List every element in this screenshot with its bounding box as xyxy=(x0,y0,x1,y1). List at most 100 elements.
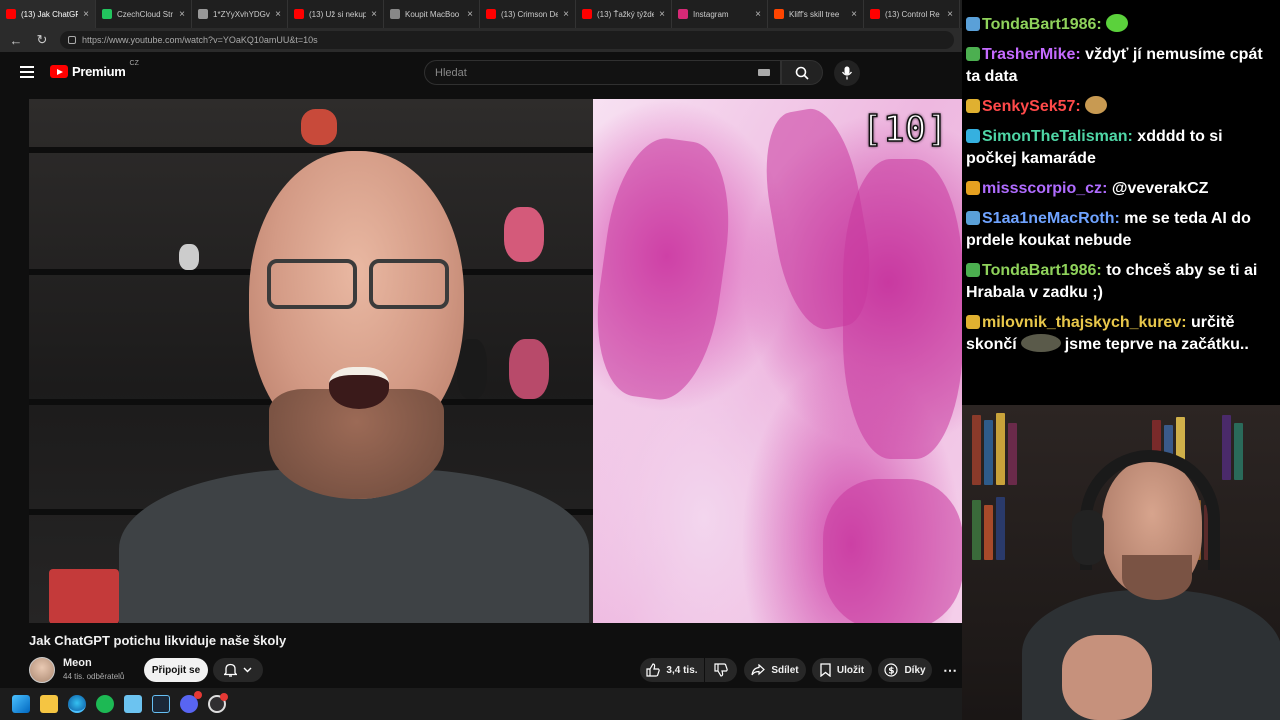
close-tab-icon[interactable]: × xyxy=(467,9,473,20)
thanks-button[interactable]: $ Díky xyxy=(878,658,932,682)
channel-name[interactable]: Meon xyxy=(63,657,92,669)
site-info-icon[interactable] xyxy=(68,36,76,44)
notepad-icon[interactable] xyxy=(124,695,142,713)
chat-badge-icon xyxy=(966,263,980,277)
browser-tab[interactable]: (13) Už si nekup × xyxy=(288,0,384,28)
chat-message: SimonTheTalisman: xdddd to si počkej kam… xyxy=(966,126,1276,170)
like-button[interactable]: 3,4 tis. xyxy=(640,658,704,682)
browser-tab[interactable]: (13) Jak ChatGP × xyxy=(0,0,96,28)
browser-address-bar: ← ↻ https://www.youtube.com/watch?v=YOaK… xyxy=(0,28,962,52)
obs-icon[interactable] xyxy=(208,693,228,713)
close-tab-icon[interactable]: × xyxy=(83,9,89,20)
chat-username[interactable]: SimonTheTalisman xyxy=(982,128,1128,145)
spotify-icon[interactable] xyxy=(96,695,114,713)
logo-text: Premium xyxy=(72,64,126,79)
chat-message: SenkySek57: xyxy=(966,96,1276,118)
youtube-icon xyxy=(870,9,880,19)
chat-text: jsme teprve na začátku.. xyxy=(1064,336,1249,353)
thumbs-down-icon xyxy=(714,663,728,677)
browser-tab[interactable]: Kliff's skill tree × xyxy=(768,0,864,28)
chat-badge-icon xyxy=(966,181,980,195)
globe-icon xyxy=(198,9,208,19)
search-button[interactable] xyxy=(781,60,823,85)
windows-taskbar xyxy=(0,688,962,720)
close-tab-icon[interactable]: × xyxy=(851,9,857,20)
tab-label: Koupit MacBoo xyxy=(405,9,460,19)
close-tab-icon[interactable]: × xyxy=(179,9,185,20)
chat-username[interactable]: TondaBart1986 xyxy=(982,262,1096,279)
video-presenter-frame xyxy=(29,99,593,623)
subscriber-count: 44 tis. odběratelů xyxy=(63,672,125,681)
chat-username[interactable]: SenkySek57 xyxy=(982,98,1075,115)
back-arrow-icon[interactable]: ← xyxy=(8,33,24,48)
browser-tab[interactable]: (13) Control Re × xyxy=(864,0,960,28)
svg-text:$: $ xyxy=(889,667,895,677)
microphone-icon xyxy=(841,66,853,80)
youtube-premium-logo[interactable]: Premium CZ xyxy=(50,60,139,79)
url-field[interactable]: https://www.youtube.com/watch?v=YOaKQ10a… xyxy=(60,31,954,49)
tab-label: Instagram xyxy=(693,9,729,19)
chat-badge-icon xyxy=(966,211,980,225)
live-chat-panel: TondaBart1986: TrasherMike: vždyť jí nem… xyxy=(962,0,1280,405)
tab-label: Kliff's skill tree xyxy=(789,9,840,19)
chat-separator: : xyxy=(1096,262,1107,279)
chat-username[interactable]: TrasherMike xyxy=(982,46,1075,63)
share-button[interactable]: Sdílet xyxy=(744,658,806,682)
browser-tab[interactable]: 1*ZYyXvhYDGv × xyxy=(192,0,288,28)
close-tab-icon[interactable]: × xyxy=(371,9,377,20)
chat-message: milovnik_thajskych_kurev: určitě skončí j… xyxy=(966,312,1276,356)
close-tab-icon[interactable]: × xyxy=(563,9,569,20)
chat-username[interactable]: missscorpio_cz xyxy=(982,180,1102,197)
video-player[interactable]: [10] xyxy=(29,99,962,623)
save-button[interactable]: Uložit xyxy=(812,658,872,682)
search-placeholder: Hledat xyxy=(435,66,467,79)
windows-start-icon[interactable] xyxy=(12,695,30,713)
dislike-button[interactable] xyxy=(705,658,737,682)
reload-icon[interactable]: ↻ xyxy=(34,32,50,48)
browser-tab[interactable]: CzechCloud Str × xyxy=(96,0,192,28)
file-explorer-icon[interactable] xyxy=(40,695,58,713)
chat-message: TondaBart1986: xyxy=(966,14,1276,36)
browser-tab[interactable]: Koupit MacBoo × xyxy=(384,0,480,28)
edge-browser-icon[interactable] xyxy=(68,695,86,713)
chat-message: TrasherMike: vždyť jí nemusíme cpát ta d… xyxy=(966,44,1276,88)
youtube-icon xyxy=(486,9,496,19)
video-title: Jak ChatGPT potichu likviduje naše školy xyxy=(29,633,287,648)
pepe-emote xyxy=(1020,334,1061,352)
keyboard-icon[interactable] xyxy=(758,69,770,76)
url-text: https://www.youtube.com/watch?v=YOaKQ10a… xyxy=(82,35,318,45)
chat-username[interactable]: TondaBart1986 xyxy=(982,16,1096,33)
more-actions-button[interactable]: ⋯ xyxy=(938,658,962,682)
tab-label: 1*ZYyXvhYDGv xyxy=(213,9,270,19)
close-tab-icon[interactable]: × xyxy=(947,9,953,20)
voice-search-button[interactable] xyxy=(834,60,860,86)
apple-icon xyxy=(390,9,400,19)
browser-tab[interactable]: (13) Ťažký týžde × xyxy=(576,0,672,28)
share-icon xyxy=(751,664,766,676)
close-tab-icon[interactable]: × xyxy=(659,9,665,20)
bell-icon xyxy=(224,663,237,677)
hamburger-menu-icon[interactable] xyxy=(20,66,34,78)
tab-label: (13) Control Re xyxy=(885,9,940,19)
chat-separator: : xyxy=(1114,210,1125,227)
discord-icon[interactable] xyxy=(180,691,202,713)
logo-country: CZ xyxy=(129,60,139,67)
close-tab-icon[interactable]: × xyxy=(755,9,761,20)
chat-badge-icon xyxy=(966,17,980,31)
reddit-icon xyxy=(774,9,784,19)
browser-tab[interactable]: Instagram × xyxy=(672,0,768,28)
bookmark-icon xyxy=(820,663,831,677)
chat-message: S1aa1neMacRoth: me se teda AI do prdele … xyxy=(966,208,1276,252)
search-input[interactable]: Hledat xyxy=(424,60,781,85)
steam-icon[interactable] xyxy=(152,695,170,713)
close-tab-icon[interactable]: × xyxy=(275,9,281,20)
thanks-dollar-icon: $ xyxy=(884,663,899,677)
browser-tab-bar: (13) Jak ChatGP × CzechCloud Str × 1*ZYyXvhY… xyxy=(0,0,962,28)
chat-text: @veverakCZ xyxy=(1111,180,1209,197)
browser-tab[interactable]: (13) Crimson De × xyxy=(480,0,576,28)
chat-username[interactable]: S1aa1neMacRoth xyxy=(982,210,1115,227)
chat-username[interactable]: milovnik_thajskych_kurev xyxy=(982,314,1181,331)
notification-bell-button[interactable] xyxy=(213,658,263,682)
join-button[interactable]: Připojit se xyxy=(144,658,208,682)
channel-avatar[interactable] xyxy=(29,657,55,683)
